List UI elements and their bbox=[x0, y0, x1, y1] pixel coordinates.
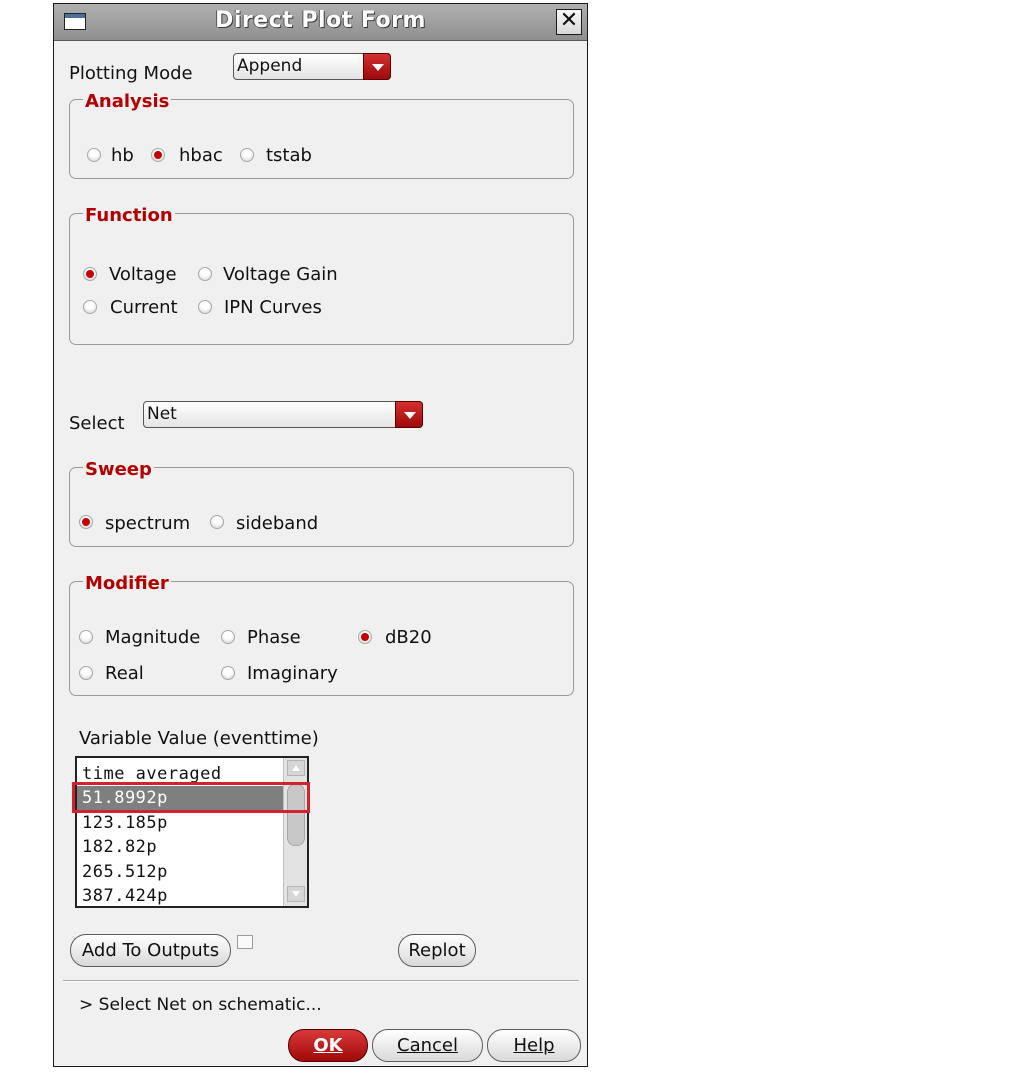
radio-current[interactable] bbox=[83, 300, 97, 314]
add-to-outputs-checkbox[interactable] bbox=[237, 935, 253, 949]
radio-magnitude-label: Magnitude bbox=[105, 627, 201, 648]
ok-button[interactable]: OK bbox=[288, 1029, 368, 1062]
modifier-group-title: Modifier bbox=[83, 573, 171, 594]
radio-ipn-curves-label: IPN Curves bbox=[224, 297, 322, 318]
radio-hb[interactable] bbox=[87, 148, 101, 162]
status-message: > Select Net on schematic... bbox=[79, 995, 322, 1015]
radio-hbac[interactable] bbox=[151, 148, 165, 162]
analysis-group-title: Analysis bbox=[83, 91, 172, 112]
radio-hb-label: hb bbox=[111, 145, 134, 166]
scroll-up-icon[interactable] bbox=[287, 760, 305, 776]
window-title: Direct Plot Form bbox=[215, 8, 426, 33]
selection-highlight-box bbox=[72, 782, 310, 813]
help-button[interactable]: Help bbox=[487, 1029, 581, 1062]
radio-voltage[interactable] bbox=[83, 267, 97, 281]
variable-value-list[interactable]: time averaged 51.8992p 123.185p 182.82p … bbox=[75, 756, 309, 908]
plotting-mode-value: Append bbox=[237, 56, 303, 76]
radio-voltage-gain[interactable] bbox=[198, 267, 212, 281]
replot-button[interactable]: Replot bbox=[398, 934, 476, 967]
select-value: Net bbox=[147, 404, 177, 424]
radio-voltage-label: Voltage bbox=[109, 264, 177, 285]
radio-spectrum-label: spectrum bbox=[105, 513, 191, 534]
variable-value-label: Variable Value (eventtime) bbox=[79, 728, 319, 749]
list-item[interactable]: 182.82p bbox=[82, 837, 157, 857]
direct-plot-form-window: Direct Plot Form ✕ Plotting Mode Append … bbox=[53, 3, 588, 1067]
radio-real-label: Real bbox=[105, 663, 144, 684]
title-bar[interactable]: Direct Plot Form ✕ bbox=[54, 4, 587, 41]
radio-sideband-label: sideband bbox=[236, 513, 319, 534]
cancel-button[interactable]: Cancel bbox=[372, 1029, 483, 1062]
select-dropdown[interactable]: Net bbox=[143, 401, 423, 428]
radio-magnitude[interactable] bbox=[79, 630, 93, 644]
radio-phase-label: Phase bbox=[247, 627, 301, 648]
list-item[interactable]: 265.512p bbox=[82, 862, 168, 882]
close-button[interactable]: ✕ bbox=[556, 9, 582, 35]
chevron-down-icon[interactable] bbox=[363, 53, 391, 80]
radio-hbac-label: hbac bbox=[179, 145, 223, 166]
help-button-label: Help bbox=[513, 1035, 555, 1056]
radio-spectrum[interactable] bbox=[79, 515, 93, 529]
radio-phase[interactable] bbox=[221, 630, 235, 644]
radio-db20[interactable] bbox=[358, 630, 372, 644]
list-item[interactable]: time averaged bbox=[82, 764, 222, 784]
radio-ipn-curves[interactable] bbox=[198, 300, 212, 314]
sweep-group-title: Sweep bbox=[83, 459, 154, 480]
ok-button-label: OK bbox=[313, 1035, 343, 1056]
radio-current-label: Current bbox=[110, 297, 178, 318]
list-item[interactable]: 387.424p bbox=[82, 886, 168, 906]
radio-real[interactable] bbox=[79, 666, 93, 680]
scroll-down-icon[interactable] bbox=[287, 886, 305, 902]
list-scrollbar[interactable] bbox=[283, 758, 307, 906]
radio-tstab-label: tstab bbox=[266, 145, 312, 166]
radio-voltage-gain-label: Voltage Gain bbox=[223, 264, 338, 285]
radio-imaginary[interactable] bbox=[221, 666, 235, 680]
plotting-mode-dropdown[interactable]: Append bbox=[233, 53, 391, 80]
plotting-mode-label: Plotting Mode bbox=[69, 63, 193, 84]
list-item[interactable]: 123.185p bbox=[82, 813, 168, 833]
select-label: Select bbox=[69, 413, 125, 434]
add-to-outputs-button[interactable]: Add To Outputs bbox=[70, 934, 231, 967]
divider bbox=[63, 980, 579, 982]
radio-db20-label: dB20 bbox=[385, 627, 432, 648]
radio-imaginary-label: Imaginary bbox=[247, 663, 338, 684]
radio-tstab[interactable] bbox=[240, 148, 254, 162]
radio-sideband[interactable] bbox=[210, 515, 224, 529]
function-group-title: Function bbox=[83, 205, 175, 226]
chevron-down-icon[interactable] bbox=[395, 401, 423, 428]
cancel-button-label: Cancel bbox=[397, 1035, 458, 1056]
